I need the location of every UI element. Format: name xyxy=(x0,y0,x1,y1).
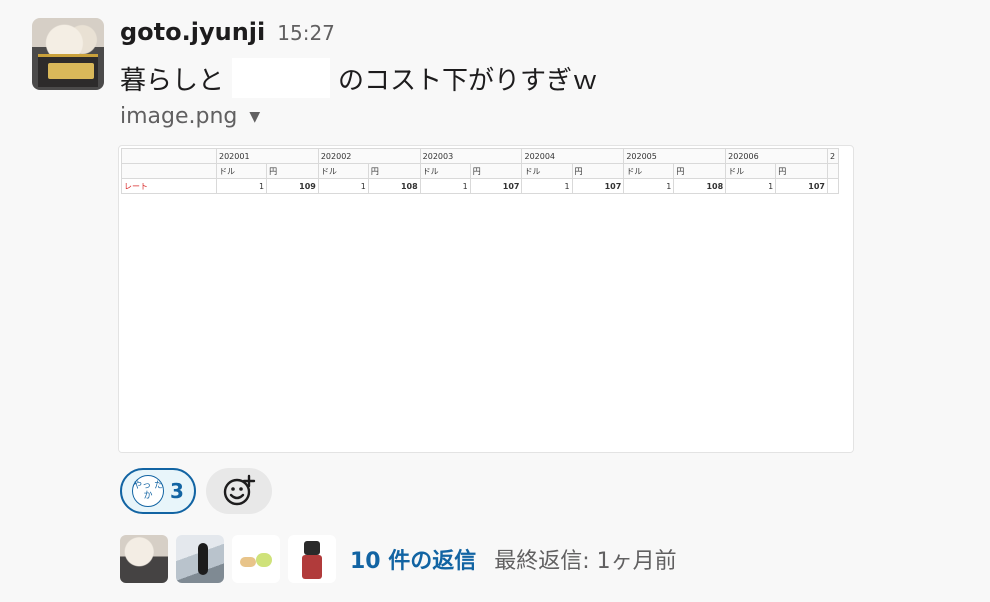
unit-cell: 円 xyxy=(266,163,319,179)
attachment-filename[interactable]: image.png ▼ xyxy=(120,104,260,129)
empty-cell xyxy=(121,163,217,179)
message: goto.jyunji 15:27 暮らしと のコスト下がりすぎｗ image.… xyxy=(0,0,990,602)
unit-cell: 円 xyxy=(673,163,727,179)
period-cell: 202001 xyxy=(216,148,319,164)
period-cell: 202004 xyxy=(521,148,625,164)
unit-cell: ドル xyxy=(419,163,471,179)
unit-cell: 円 xyxy=(367,163,421,179)
image-blank-area xyxy=(119,196,853,452)
reactions-bar: やっ たか 3 xyxy=(120,468,272,514)
timestamp[interactable]: 15:27 xyxy=(277,21,335,45)
unit-cell: ドル xyxy=(317,163,369,179)
rate-table: 202001 202002 202003 202004 202005 20200… xyxy=(121,148,839,194)
dollar-value: 1 xyxy=(725,178,777,194)
yen-value: 108 xyxy=(673,178,727,194)
reply-avatar xyxy=(176,535,224,583)
unit-cell: ドル xyxy=(623,163,675,179)
redacted-block xyxy=(232,58,331,98)
rate-label: レート xyxy=(121,178,217,194)
yen-value: 107 xyxy=(571,178,625,194)
rate-row: レート 1 109 1 108 1 107 1 107 1 108 1 107 xyxy=(121,178,839,194)
message-text-after: のコスト下がりすぎｗ xyxy=(338,65,599,96)
reply-avatar xyxy=(288,535,336,583)
unit-cell: 円 xyxy=(571,163,625,179)
unit-cell: 円 xyxy=(775,163,828,179)
user-avatar[interactable] xyxy=(32,18,104,90)
spreadsheet-preview: 202001 202002 202003 202004 202005 20200… xyxy=(121,148,839,194)
reaction-yattaka[interactable]: やっ たか 3 xyxy=(120,468,196,514)
username[interactable]: goto.jyunji xyxy=(120,18,265,46)
reaction-count: 3 xyxy=(170,479,184,503)
file-name-label: image.png xyxy=(120,104,238,129)
message-text-before: 暮らしと xyxy=(120,65,225,96)
thread-replies[interactable]: 10 件の返信 最終返信: 1ヶ月前 xyxy=(120,534,677,584)
last-reply-time: 最終返信: 1ヶ月前 xyxy=(494,549,677,574)
period-cell: 202003 xyxy=(419,148,523,164)
message-header: goto.jyunji 15:27 xyxy=(120,18,335,50)
empty-cell xyxy=(121,148,217,164)
dollar-value: 1 xyxy=(623,178,675,194)
reply-count-link[interactable]: 10 件の返信 xyxy=(350,543,476,575)
period-row: 202001 202002 202003 202004 202005 20200… xyxy=(121,148,839,164)
unit-cell: ドル xyxy=(215,163,268,179)
add-reaction-icon xyxy=(223,474,256,506)
image-attachment[interactable]: 202001 202002 202003 202004 202005 20200… xyxy=(118,145,854,453)
reply-avatar xyxy=(232,535,280,583)
period-cell: 202002 xyxy=(317,148,421,164)
dollar-value: 1 xyxy=(419,178,471,194)
add-reaction-button[interactable] xyxy=(206,468,272,514)
yen-value: 108 xyxy=(367,178,421,194)
unit-cell: ドル xyxy=(521,163,573,179)
dollar-value: 1 xyxy=(521,178,573,194)
chevron-down-icon[interactable]: ▼ xyxy=(249,109,260,125)
empty-cell xyxy=(827,163,839,179)
yen-value: 109 xyxy=(266,178,319,194)
empty-cell xyxy=(827,178,839,194)
yen-value: 107 xyxy=(469,178,523,194)
dollar-value: 1 xyxy=(215,178,268,194)
unit-cell: 円 xyxy=(469,163,523,179)
message-text: 暮らしと のコスト下がりすぎｗ xyxy=(120,58,598,98)
reply-avatar xyxy=(120,535,168,583)
unit-cell: ドル xyxy=(725,163,777,179)
yattaka-emoji-icon: やっ たか xyxy=(132,475,165,507)
period-cell: 2 xyxy=(827,148,839,164)
dollar-value: 1 xyxy=(317,178,369,194)
yen-value: 107 xyxy=(775,178,828,194)
unit-row: ドル 円 ドル 円 ドル 円 ドル 円 ドル 円 ドル 円 xyxy=(121,163,839,179)
period-cell: 202005 xyxy=(623,148,727,164)
period-cell: 202006 xyxy=(725,148,828,164)
